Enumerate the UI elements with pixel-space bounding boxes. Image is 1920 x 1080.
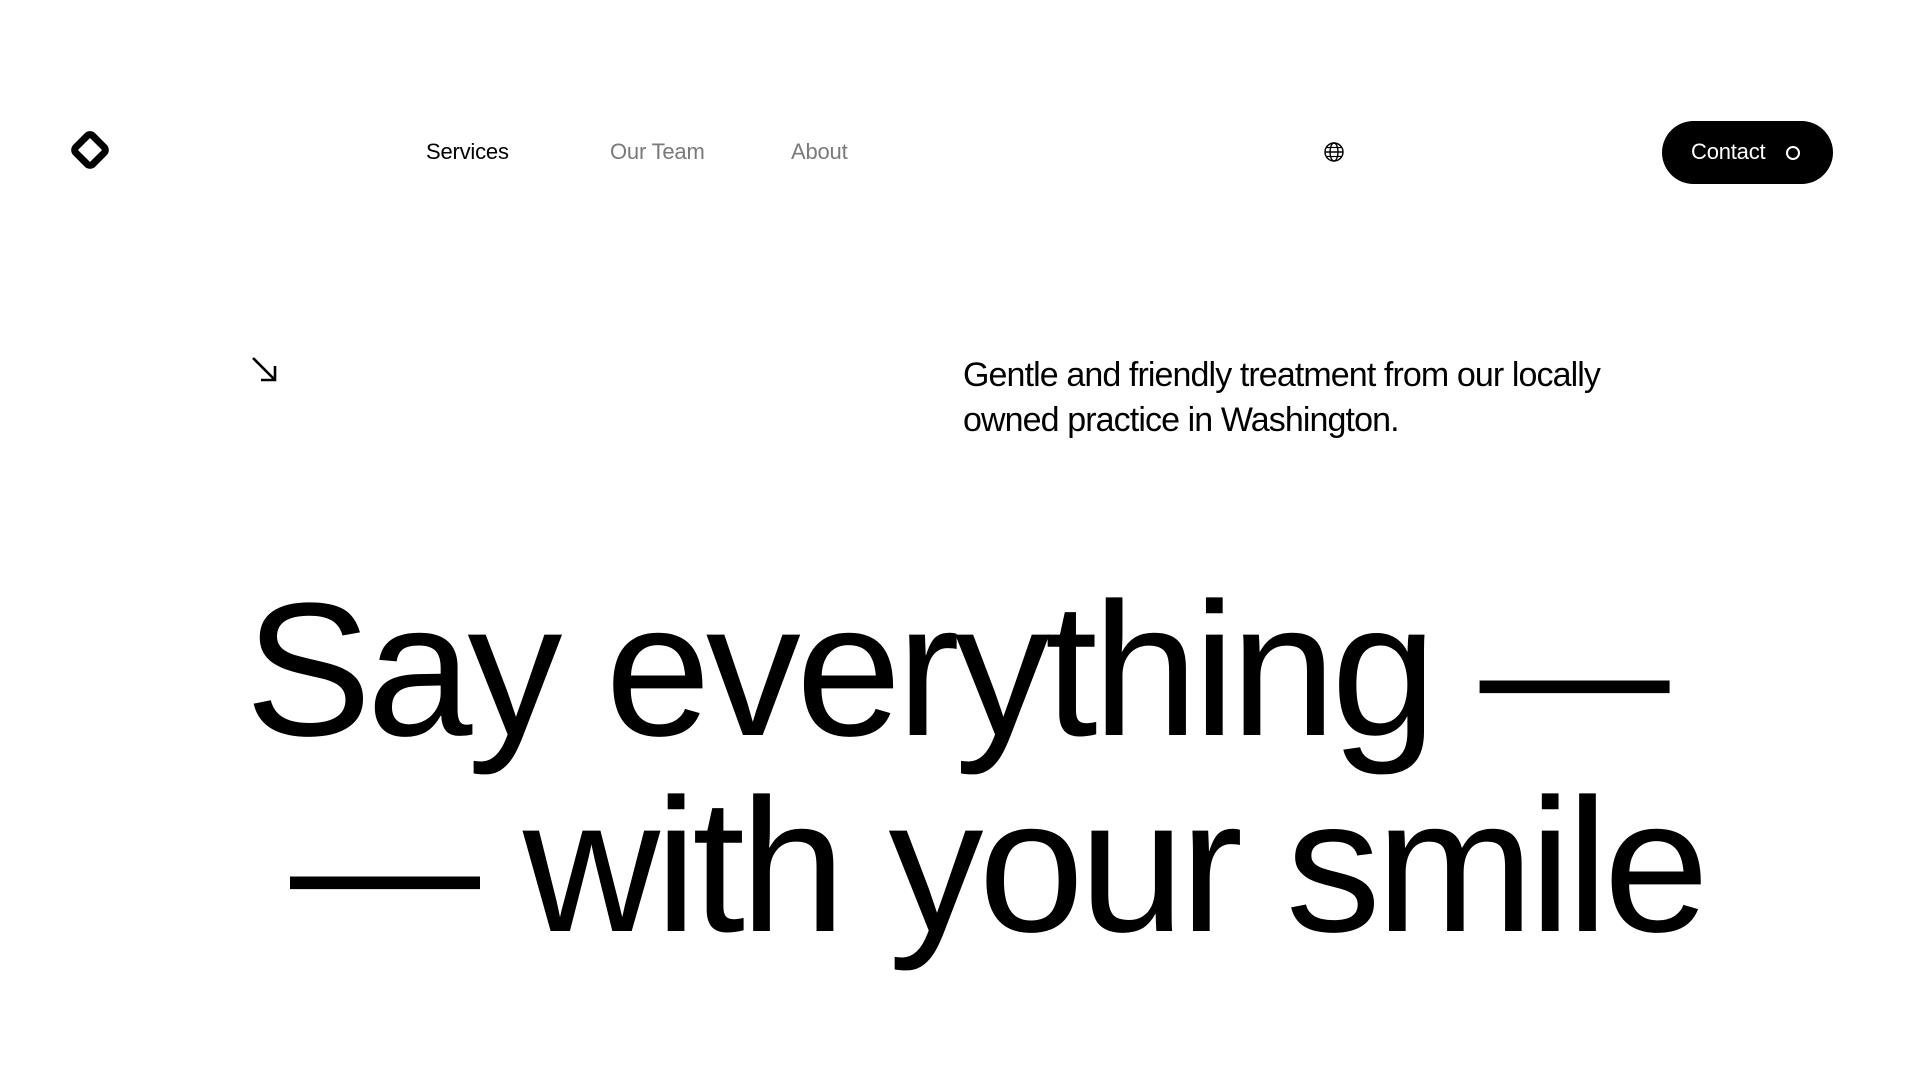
nav-our-team[interactable]: Our Team [610,137,705,167]
circle-icon [1786,146,1800,160]
nav-about[interactable]: About [791,137,848,167]
nav-services[interactable]: Services [426,137,509,167]
globe-icon[interactable] [1323,141,1345,163]
hero-headline-line-2: — with your smile [290,760,1709,972]
contact-button[interactable]: Contact [1662,121,1833,184]
diamond-logo-icon[interactable] [69,129,111,171]
contact-button-label: Contact [1691,139,1766,164]
hero-intro-text: Gentle and friendly treatment from our l… [963,356,1601,439]
arrow-down-right-icon [252,357,277,382]
site-header: Services Our Team About Contact [0,0,1920,300]
hero-headline-line-1: Say everything — [245,564,1670,776]
